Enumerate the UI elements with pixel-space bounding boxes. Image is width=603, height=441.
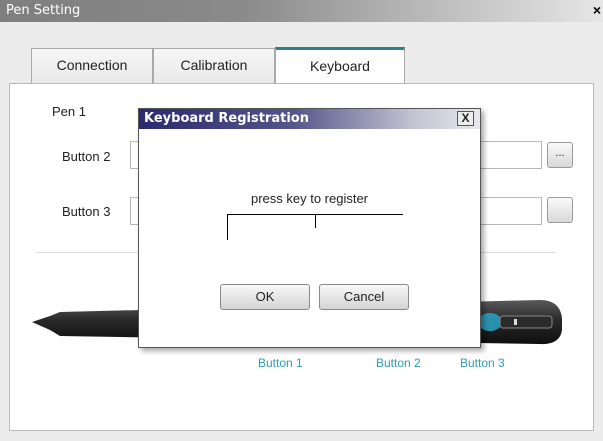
button3-label: Button 3 — [62, 204, 111, 219]
cancel-button[interactable]: Cancel — [319, 284, 409, 310]
tab-calibration[interactable]: Calibration — [153, 48, 275, 84]
dialog-close-icon[interactable]: X — [457, 111, 474, 126]
dialog-title-bar: Keyboard Registration X — [139, 109, 480, 129]
dialog-title: Keyboard Registration — [144, 111, 309, 126]
button2-label: Button 2 — [62, 149, 111, 164]
tab-connection[interactable]: Connection — [31, 48, 153, 84]
tab-label: Calibration — [180, 57, 248, 73]
key-capture-tick-mid — [315, 214, 316, 228]
window-title-bar: Pen Setting × — [0, 0, 603, 22]
button2-browse-button[interactable]: ... — [547, 142, 573, 168]
button1-caption: Button 1 — [258, 356, 303, 370]
tab-label: Keyboard — [310, 58, 370, 74]
ok-button[interactable]: OK — [220, 284, 310, 310]
button3-caption: Button 3 — [460, 356, 505, 370]
button3-browse-button[interactable] — [547, 197, 573, 223]
tab-label: Connection — [56, 57, 128, 73]
pen-label: Pen 1 — [52, 104, 86, 119]
register-prompt: press key to register — [250, 191, 369, 206]
key-capture-tick-left — [227, 214, 228, 240]
window-close-icon[interactable]: × — [593, 2, 601, 18]
tab-keyboard[interactable]: Keyboard — [275, 47, 405, 84]
button2-caption: Button 2 — [376, 356, 421, 370]
keyboard-registration-dialog: Keyboard Registration X press key to reg… — [138, 108, 481, 348]
window-title: Pen Setting — [6, 3, 81, 18]
